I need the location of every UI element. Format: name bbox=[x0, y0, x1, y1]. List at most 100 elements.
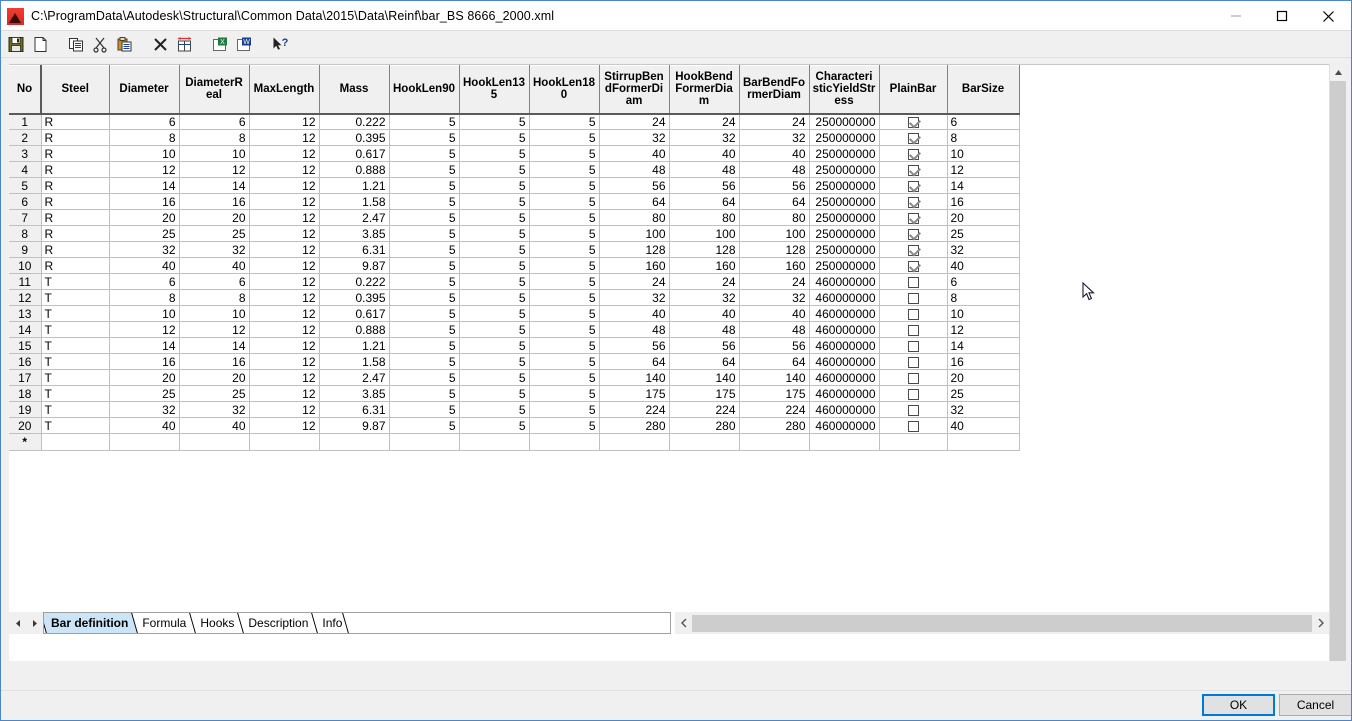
column-header-hook-bend-former-diam[interactable]: HookBendFormerDiam bbox=[669, 65, 740, 115]
cell-hook135[interactable]: 5 bbox=[459, 273, 530, 290]
cell-bar-bend[interactable]: 175 bbox=[739, 385, 810, 402]
cell-stirrup-bend[interactable]: 32 bbox=[599, 289, 670, 306]
column-header-hooklen135[interactable]: HookLen135 bbox=[459, 65, 530, 115]
cell-mass[interactable]: 0.617 bbox=[319, 145, 390, 162]
cell-diameter[interactable]: 8 bbox=[109, 129, 180, 146]
cell-hook90[interactable]: 5 bbox=[389, 417, 460, 434]
cell-mass[interactable]: 6.31 bbox=[319, 401, 390, 418]
cell-yield[interactable]: 460000000 bbox=[809, 305, 880, 322]
plain-bar-checkbox[interactable] bbox=[907, 164, 919, 176]
row-header[interactable]: 8 bbox=[9, 225, 42, 242]
cell-hook-bend[interactable]: 40 bbox=[669, 305, 740, 322]
cell-stirrup-bend[interactable]: 48 bbox=[599, 321, 670, 338]
cell-bar-bend[interactable]: 80 bbox=[739, 209, 810, 226]
table-row[interactable]: 14 T 12 12 12 0.888 5 5 5 48 48 48 460000000 12 bbox=[9, 321, 1020, 338]
new-record-cell[interactable] bbox=[179, 433, 250, 451]
row-header[interactable]: 6 bbox=[9, 193, 42, 210]
scroll-up-arrow-icon[interactable] bbox=[1330, 64, 1346, 81]
cell-plain-bar[interactable] bbox=[879, 129, 948, 146]
cell-steel[interactable]: T bbox=[41, 385, 110, 402]
table-row[interactable]: 19 T 32 32 12 6.31 5 5 5 224 224 224 460000000 32 bbox=[9, 401, 1020, 418]
cell-plain-bar[interactable] bbox=[879, 209, 948, 226]
cell-bar-size[interactable]: 6 bbox=[947, 273, 1020, 290]
row-header[interactable]: 2 bbox=[9, 129, 42, 146]
cell-diameter-real[interactable]: 6 bbox=[179, 113, 250, 130]
cell-hook180[interactable]: 5 bbox=[529, 113, 600, 130]
cell-hook135[interactable]: 5 bbox=[459, 193, 530, 210]
cell-bar-bend[interactable]: 32 bbox=[739, 129, 810, 146]
cell-diameter[interactable]: 6 bbox=[109, 273, 180, 290]
cell-mass[interactable]: 2.47 bbox=[319, 209, 390, 226]
cell-plain-bar[interactable] bbox=[879, 369, 948, 386]
cell-plain-bar[interactable] bbox=[879, 145, 948, 162]
cell-steel[interactable]: R bbox=[41, 129, 110, 146]
cell-bar-size[interactable]: 10 bbox=[947, 145, 1020, 162]
tab-formula[interactable]: Formula bbox=[137, 613, 196, 633]
table-row[interactable]: 8 R 25 25 12 3.85 5 5 5 100 100 100 250000000 25 bbox=[9, 225, 1020, 242]
table-row[interactable]: 2 R 8 8 12 0.395 5 5 5 32 32 32 250000000 8 bbox=[9, 129, 1020, 146]
cell-bar-bend[interactable]: 24 bbox=[739, 113, 810, 130]
cell-hook-bend[interactable]: 48 bbox=[669, 161, 740, 178]
cell-bar-size[interactable]: 12 bbox=[947, 321, 1020, 338]
cell-diameter[interactable]: 20 bbox=[109, 209, 180, 226]
cell-stirrup-bend[interactable]: 32 bbox=[599, 129, 670, 146]
cell-max-length[interactable]: 12 bbox=[249, 177, 320, 194]
cell-bar-size[interactable]: 16 bbox=[947, 193, 1020, 210]
cell-bar-bend[interactable]: 32 bbox=[739, 289, 810, 306]
cell-hook90[interactable]: 5 bbox=[389, 305, 460, 322]
cell-hook-bend[interactable]: 175 bbox=[669, 385, 740, 402]
column-header-diameter-real[interactable]: DiameterReal bbox=[179, 65, 250, 115]
cell-bar-bend[interactable]: 280 bbox=[739, 417, 810, 434]
cell-mass[interactable]: 2.47 bbox=[319, 369, 390, 386]
row-header[interactable]: 10 bbox=[9, 257, 42, 274]
cancel-button[interactable]: Cancel bbox=[1279, 694, 1351, 716]
cell-hook135[interactable]: 5 bbox=[459, 257, 530, 274]
cell-hook-bend[interactable]: 24 bbox=[669, 113, 740, 130]
column-header-bar-bend-former-diam[interactable]: BarBendFormerDiam bbox=[739, 65, 810, 115]
cell-plain-bar[interactable] bbox=[879, 401, 948, 418]
cell-bar-size[interactable]: 40 bbox=[947, 417, 1020, 434]
cell-yield[interactable]: 460000000 bbox=[809, 321, 880, 338]
cell-hook135[interactable]: 5 bbox=[459, 369, 530, 386]
row-header[interactable]: 5 bbox=[9, 177, 42, 194]
table-row[interactable]: 10 R 40 40 12 9.87 5 5 5 160 160 160 250000000 40 bbox=[9, 257, 1020, 274]
cell-yield[interactable]: 460000000 bbox=[809, 353, 880, 370]
plain-bar-checkbox[interactable] bbox=[907, 420, 919, 432]
cell-hook90[interactable]: 5 bbox=[389, 257, 460, 274]
cell-diameter-real[interactable]: 12 bbox=[179, 321, 250, 338]
cell-yield[interactable]: 250000000 bbox=[809, 193, 880, 210]
cell-diameter[interactable]: 12 bbox=[109, 321, 180, 338]
cell-stirrup-bend[interactable]: 48 bbox=[599, 161, 670, 178]
cell-stirrup-bend[interactable]: 40 bbox=[599, 305, 670, 322]
cell-steel[interactable]: T bbox=[41, 305, 110, 322]
close-icon[interactable] bbox=[1305, 1, 1351, 31]
plain-bar-checkbox[interactable] bbox=[907, 244, 919, 256]
row-header[interactable]: 18 bbox=[9, 385, 42, 402]
cell-hook180[interactable]: 5 bbox=[529, 289, 600, 306]
cell-hook135[interactable]: 5 bbox=[459, 225, 530, 242]
plain-bar-checkbox[interactable] bbox=[907, 388, 919, 400]
plain-bar-checkbox[interactable] bbox=[907, 196, 919, 208]
new-record-cell[interactable] bbox=[529, 433, 600, 451]
cell-max-length[interactable]: 12 bbox=[249, 241, 320, 258]
cell-yield[interactable]: 250000000 bbox=[809, 113, 880, 130]
cell-hook90[interactable]: 5 bbox=[389, 193, 460, 210]
new-record-row[interactable]: * bbox=[9, 433, 1020, 451]
tab-prev-arrow-icon[interactable] bbox=[9, 612, 26, 634]
tab-next-arrow-icon[interactable] bbox=[26, 612, 43, 634]
cell-yield[interactable]: 250000000 bbox=[809, 209, 880, 226]
cell-hook135[interactable]: 5 bbox=[459, 209, 530, 226]
cell-hook135[interactable]: 5 bbox=[459, 177, 530, 194]
paste-clipboard-icon[interactable] bbox=[113, 33, 136, 56]
cell-max-length[interactable]: 12 bbox=[249, 161, 320, 178]
cell-steel[interactable]: R bbox=[41, 241, 110, 258]
new-record-cell[interactable] bbox=[41, 433, 110, 451]
cell-max-length[interactable]: 12 bbox=[249, 369, 320, 386]
cell-diameter[interactable]: 10 bbox=[109, 145, 180, 162]
horizontal-scroll-thumb[interactable] bbox=[692, 614, 1312, 632]
row-header[interactable]: 16 bbox=[9, 353, 42, 370]
cell-bar-bend[interactable]: 56 bbox=[739, 177, 810, 194]
column-header-mass[interactable]: Mass bbox=[319, 65, 390, 115]
cell-steel[interactable]: T bbox=[41, 353, 110, 370]
cell-hook180[interactable]: 5 bbox=[529, 337, 600, 354]
